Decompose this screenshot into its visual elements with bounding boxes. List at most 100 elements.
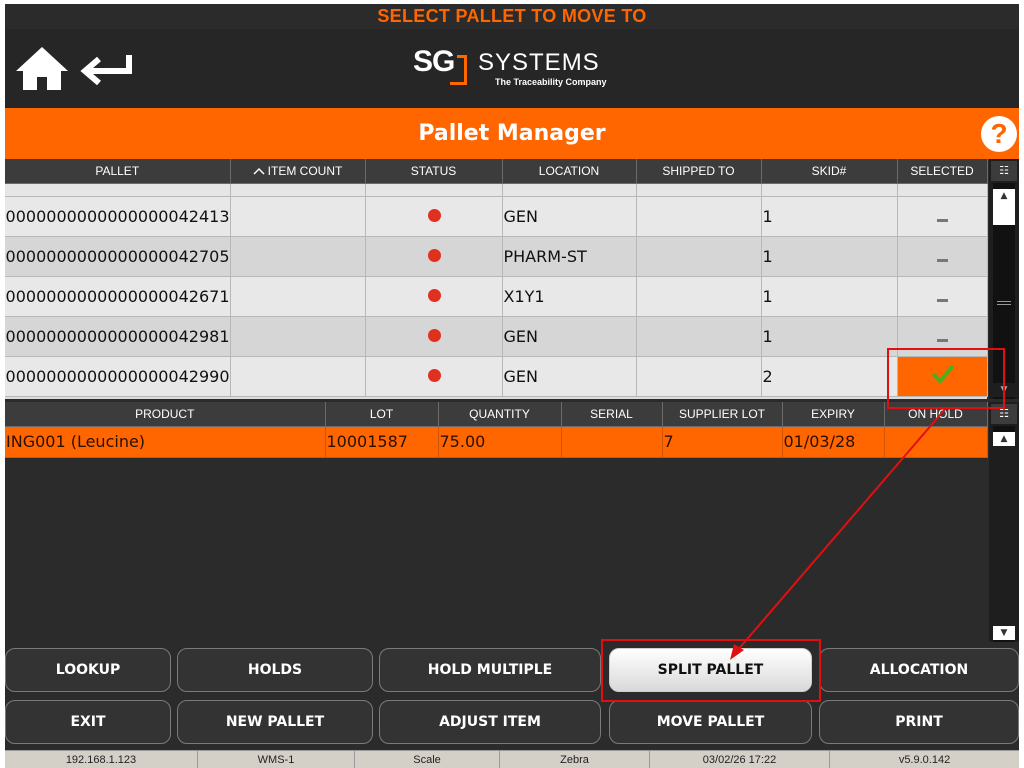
product-table-scrollbar[interactable]: ☷ ▲ ▼ [989,402,1019,642]
table-row[interactable]: 0000000000000000042981 GEN 1 [5,316,988,357]
instruction-banner: SELECT PALLET TO MOVE TO [5,4,1019,29]
item-count [230,356,366,397]
move-pallet-button[interactable]: MOVE PALLET [609,700,812,744]
status-printer: Zebra [500,751,650,768]
status-dot-icon [427,248,441,262]
column-header-shipped-to[interactable]: SHIPPED TO [636,159,762,184]
status-workstation: WMS-1 [198,751,355,768]
unselected-dash-icon [937,338,948,342]
hold-multiple-button[interactable]: HOLD MULTIPLE [379,648,601,692]
adjust-item-button[interactable]: ADJUST ITEM [379,700,601,744]
table-row[interactable]: 0000000000000000042413 GEN 1 [5,196,988,237]
status-bar: 192.168.1.123 WMS-1 Scale Zebra 03/02/26… [5,750,1019,768]
holds-button[interactable]: HOLDS [177,648,373,692]
status-dot-icon [427,328,441,342]
back-arrow-icon [80,55,132,86]
column-header-expiry[interactable]: EXPIRY [782,402,885,427]
scrollbar-thumb[interactable] [993,203,1015,225]
table-row[interactable]: 0000000000000000042671 X1Y1 1 [5,276,988,317]
column-header-lot[interactable]: LOT [325,402,439,427]
page-title: Pallet Manager [418,121,606,146]
app-window: SELECT PALLET TO MOVE TO SG SYSTEMS The … [5,4,1019,768]
column-chooser-icon[interactable]: ☷ [991,404,1017,424]
status-version: v5.9.0.142 [898,754,951,766]
shipped-to [636,276,762,317]
exit-button[interactable]: EXIT [5,700,171,744]
item-count [230,196,366,237]
selected-cell[interactable] [897,196,988,237]
title-bar: Pallet Manager ? [5,108,1019,159]
scrollbar-thumb[interactable] [993,446,1015,626]
checkmark-icon [931,364,955,384]
item-count [230,316,366,357]
logo-systems: SYSTEMS [478,49,600,76]
status-datetime: 03/02/26 17:22 [650,751,830,768]
column-header-location[interactable]: LOCATION [502,159,637,184]
skid-number: 1 [761,276,898,317]
sg-systems-logo: SG SYSTEMS The Traceability Company [413,45,623,93]
allocation-button[interactable]: ALLOCATION [819,648,1019,692]
status-dot-icon [427,288,441,302]
location: PHARM-ST [502,236,637,277]
serial [561,426,663,458]
home-icon [16,47,68,90]
skid-number: 1 [761,196,898,237]
scrollbar-grip [997,304,1011,305]
skid-number: 2 [761,356,898,397]
supplier-lot: 7 [662,426,783,458]
action-buttons: LOOKUP HOLDS HOLD MULTIPLE SPLIT PALLET … [5,642,1019,750]
selected-cell[interactable] [897,236,988,277]
pallet-id: 0000000000000000042981 [5,316,231,357]
scroll-up-arrow-icon[interactable]: ▲ [993,432,1015,446]
lot: 10001587 [325,426,439,458]
column-header-selected[interactable]: SELECTED [897,159,988,184]
table-row[interactable]: 0000000000000000042705 PHARM-ST 1 [5,236,988,277]
column-header-pallet[interactable]: PALLET [5,159,231,184]
new-pallet-button[interactable]: NEW PALLET [177,700,373,744]
pallet-table-scrollbar[interactable]: ☷ ▲ ▼ [989,159,1019,399]
pallet-id: 0000000000000000042705 [5,236,231,277]
table-row-selected[interactable]: 0000000000000000042990 GEN 2 [5,356,988,397]
status-scale: Scale [355,751,500,768]
split-pallet-button[interactable]: SPLIT PALLET [609,648,812,692]
column-header-item-count-label: ITEM COUNT [267,163,343,178]
print-button[interactable]: PRINT [819,700,1019,744]
location: GEN [502,196,637,237]
column-header-quantity[interactable]: QUANTITY [438,402,562,427]
help-button[interactable]: ? [981,116,1017,152]
column-header-supplier-lot[interactable]: SUPPLIER LOT [662,402,783,427]
home-button[interactable] [13,43,71,93]
pallet-id: 0000000000000000042990 [5,356,231,397]
skid-number: 1 [761,236,898,277]
scroll-down-arrow-icon[interactable]: ▼ [993,626,1015,640]
status-cell [365,236,503,277]
shipped-to [636,236,762,277]
scroll-down-arrow-icon[interactable]: ▼ [993,383,1015,397]
location: X1Y1 [502,276,637,317]
table-row-partial [5,183,988,197]
selected-cell[interactable] [897,316,988,357]
expiry: 01/03/28 [782,426,885,458]
column-header-on-hold[interactable]: ON HOLD [884,402,988,427]
selected-cell[interactable] [897,356,988,397]
lookup-button[interactable]: LOOKUP [5,648,171,692]
unselected-dash-icon [937,218,948,222]
selected-cell[interactable] [897,276,988,317]
status-cell [365,196,503,237]
header-bar: SG SYSTEMS The Traceability Company [5,29,1019,108]
column-header-item-count[interactable]: ITEM COUNT [230,159,366,184]
back-button[interactable] [77,49,137,89]
pallet-id: 0000000000000000042413 [5,196,231,237]
scroll-up-arrow-icon[interactable]: ▲ [993,189,1015,203]
logo-bracket-top [457,55,467,58]
column-header-serial[interactable]: SERIAL [561,402,663,427]
column-header-status[interactable]: STATUS [365,159,503,184]
product-row[interactable]: ING001 (Leucine) 10001587 75.00 7 01/03/… [5,426,988,458]
column-header-skid[interactable]: SKID# [761,159,898,184]
shipped-to [636,316,762,357]
column-header-product[interactable]: PRODUCT [5,402,326,427]
column-chooser-icon[interactable]: ☷ [991,161,1017,181]
logo-bracket [450,55,467,85]
product-name: ING001 (Leucine) [5,426,326,458]
status-cell [365,276,503,317]
